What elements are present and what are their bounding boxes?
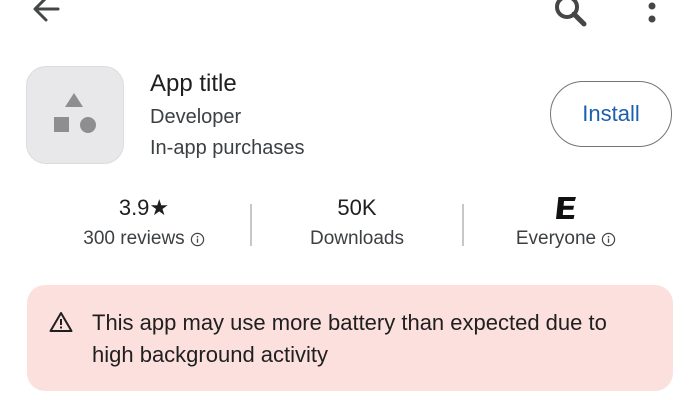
stats-divider [462, 204, 464, 246]
info-icon[interactable] [601, 232, 616, 247]
warning-message: This app may use more battery than expec… [92, 310, 607, 367]
content-rating-label: Everyone [515, 228, 597, 249]
app-icon [26, 66, 124, 164]
app-details-page: App title Developer In-app purchases Ins… [0, 0, 700, 400]
rating-stat[interactable]: 3.9★ 300 reviews [58, 192, 230, 254]
downloads-label: Downloads [310, 224, 404, 254]
developer-link[interactable]: Developer [150, 106, 241, 129]
more-vert-icon [648, 2, 656, 23]
downloads-stat: 50K Downloads [272, 192, 442, 254]
info-icon[interactable] [190, 232, 205, 247]
app-title: App title [150, 70, 237, 97]
star-icon: ★ [149, 195, 170, 220]
content-rating-label-row: Everyone [516, 224, 616, 254]
install-button[interactable]: Install [550, 81, 672, 147]
back-button[interactable] [28, 0, 68, 26]
arrow-back-icon [33, 0, 60, 22]
esrb-everyone-badge-icon [556, 197, 576, 219]
search-icon [555, 0, 587, 27]
rating-number: 3.9 [118, 195, 150, 220]
battery-warning-banner: This app may use more battery than expec… [27, 285, 673, 391]
downloads-value: 50K [337, 195, 377, 220]
stats-divider [250, 204, 252, 246]
content-rating-badge-row [486, 192, 646, 224]
content-rating-stat[interactable]: Everyone [486, 192, 646, 254]
search-button[interactable] [548, 0, 592, 30]
app-placeholder-shapes-icon [54, 93, 96, 133]
rating-value: 3.9★ [58, 192, 230, 224]
downloads-label-text: Downloads [310, 228, 404, 249]
reviews-count-label: 300 reviews [83, 228, 185, 249]
reviews-label-row: 300 reviews [83, 224, 204, 254]
more-options-button[interactable] [636, 0, 668, 30]
in-app-purchases-label: In-app purchases [150, 137, 305, 159]
warning-triangle-icon [49, 312, 73, 332]
install-button-label: Install [582, 101, 640, 126]
